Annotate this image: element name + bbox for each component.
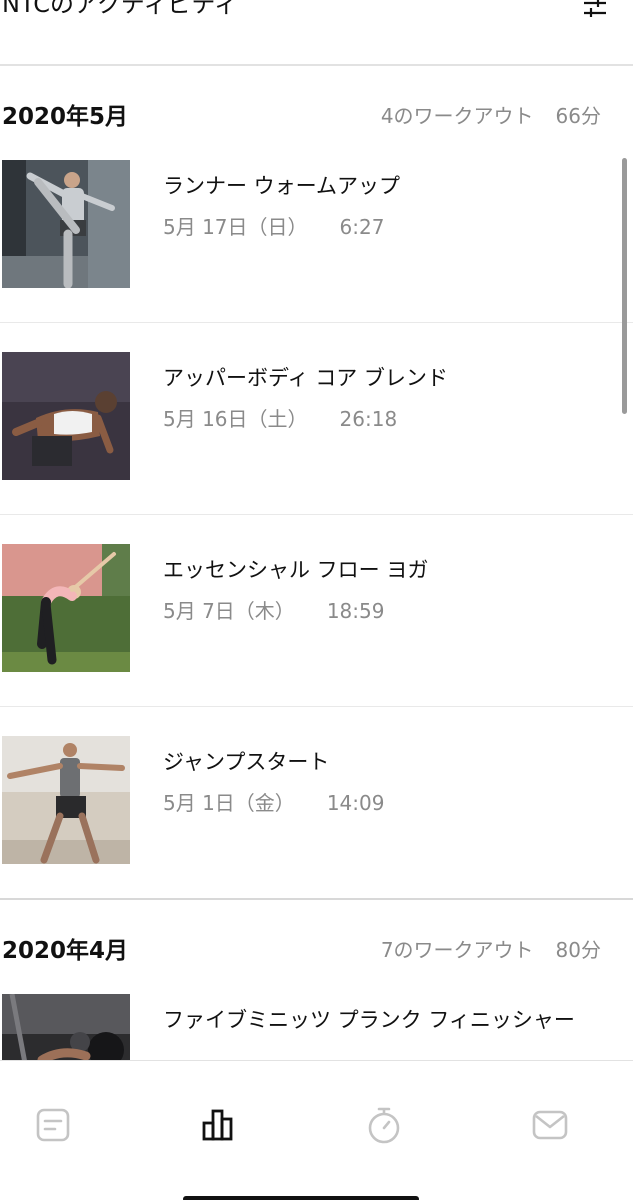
workout-row[interactable]: アッパーボディ コア ブレンド 5月 16日（土） 26:18 <box>0 322 633 515</box>
activity-screen: NTCのアクティビティ 2020年5月 4のワークアウト 66分 ランナー ウォ… <box>0 0 633 1200</box>
page-title: NTCのアクティビティ <box>2 0 238 18</box>
workout-meta: 5月 7日（木） 18:59 <box>163 595 384 624</box>
home-indicator <box>183 1196 419 1200</box>
bottom-tab-bar <box>0 1060 633 1200</box>
month-title: 2020年5月 <box>2 104 129 130</box>
filter-button[interactable] <box>581 0 609 22</box>
stopwatch-icon <box>368 1107 400 1144</box>
workout-name: ジャンプスタート <box>163 750 330 774</box>
workout-count: 4のワークアウト <box>380 104 534 128</box>
top-header: NTCのアクティビティ <box>0 0 633 66</box>
workout-thumbnail <box>2 352 130 480</box>
workout-row[interactable]: エッセンシャル フロー ヨガ 5月 7日（木） 18:59 <box>0 514 633 707</box>
workout-thumbnail <box>2 736 130 864</box>
workout-date: 5月 1日（金） <box>163 791 295 815</box>
total-minutes: 66分 <box>555 104 601 128</box>
workout-row[interactable]: ファイブミニッツ プランク フィニッシャー <box>0 964 633 1060</box>
workout-name: ファイブミニッツ プランク フィニッシャー <box>163 1008 575 1032</box>
tab-workout-timer[interactable] <box>364 1105 404 1145</box>
tab-inbox[interactable] <box>530 1105 570 1145</box>
scrollbar[interactable] <box>622 158 627 414</box>
workout-meta: 5月 1日（金） 14:09 <box>163 787 384 816</box>
workout-duration: 18:59 <box>326 599 385 623</box>
tab-feed[interactable] <box>33 1105 73 1145</box>
month-summary: 7のワークアウト 80分 <box>381 934 601 963</box>
workout-count: 7のワークアウト <box>380 938 534 962</box>
workout-name: アッパーボディ コア ブレンド <box>163 366 448 390</box>
month-title: 2020年4月 <box>2 938 129 964</box>
workout-thumbnail <box>2 994 130 1060</box>
sliders-icon <box>584 0 606 17</box>
month-summary: 4のワークアウト 66分 <box>381 100 601 129</box>
workout-meta: 5月 16日（土） 26:18 <box>163 403 397 432</box>
workout-date: 5月 7日（木） <box>163 599 295 623</box>
feed-icon <box>36 1108 70 1142</box>
workout-name: ランナー ウォームアップ <box>163 174 401 198</box>
workout-date: 5月 16日（土） <box>163 407 308 431</box>
workout-row[interactable]: ランナー ウォームアップ 5月 17日（日） 6:27 <box>0 130 633 323</box>
workout-duration: 14:09 <box>326 791 385 815</box>
workout-duration: 6:27 <box>339 215 385 239</box>
activity-chart-icon <box>202 1109 233 1141</box>
workout-date: 5月 17日（日） <box>163 215 308 239</box>
activity-list[interactable]: 2020年5月 4のワークアウト 66分 ランナー ウォームアップ 5月 17日… <box>0 66 633 1060</box>
workout-thumbnail <box>2 544 130 672</box>
workout-meta: 5月 17日（日） 6:27 <box>163 211 384 240</box>
workout-thumbnail <box>2 160 130 288</box>
total-minutes: 80分 <box>555 938 601 962</box>
tab-activity[interactable] <box>199 1105 239 1145</box>
workout-row[interactable]: ジャンプスタート 5月 1日（金） 14:09 <box>0 706 633 900</box>
workout-name: エッセンシャル フロー ヨガ <box>163 558 429 582</box>
inbox-icon <box>532 1110 568 1140</box>
workout-duration: 26:18 <box>339 407 398 431</box>
